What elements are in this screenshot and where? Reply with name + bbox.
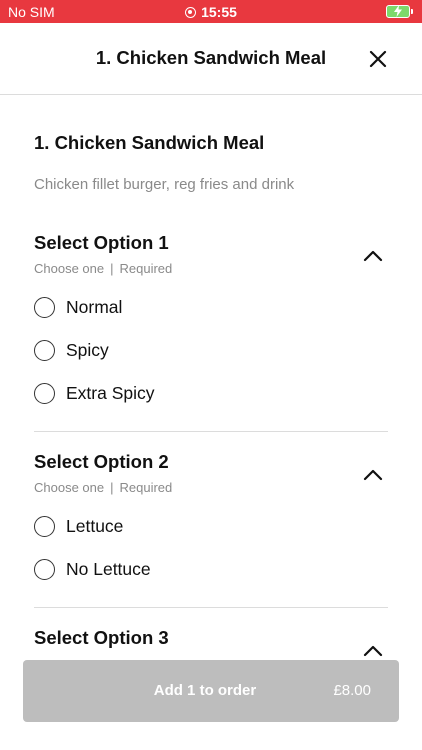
option-label: Normal — [66, 296, 123, 317]
screen-recording-icon — [185, 7, 197, 18]
radio-button[interactable] — [34, 296, 55, 318]
option-label: Spicy — [66, 339, 109, 360]
option-extra-spicy[interactable]: Extra Spicy — [34, 380, 155, 406]
option-spicy[interactable]: Spicy — [34, 337, 109, 363]
option-group-2-title: Select Option 2 — [34, 451, 169, 472]
item-description: Chicken fillet burger, reg fries and dri… — [34, 176, 295, 193]
option-group-2-toggle[interactable] — [362, 468, 384, 482]
radio-button[interactable] — [34, 558, 55, 580]
divider — [34, 431, 388, 432]
option-label: Extra Spicy — [66, 382, 155, 403]
option-normal[interactable]: Normal — [34, 294, 122, 320]
add-to-order-label: Add 1 to order — [153, 682, 257, 699]
status-bar: No SIM 15:55 — [0, 0, 422, 23]
option-label: Lettuce — [66, 515, 124, 536]
add-to-order-button[interactable]: Add 1 to order £8.00 — [23, 660, 399, 722]
order-price: £8.00 — [333, 682, 371, 699]
header-title: 1. Chicken Sandwich Meal — [95, 47, 327, 68]
option-no-lettuce[interactable]: No Lettuce — [34, 556, 151, 582]
option-label: No Lettuce — [66, 558, 151, 579]
radio-button[interactable] — [34, 515, 55, 537]
battery-charging-icon — [386, 5, 413, 18]
option-group-3-title: Select Option 3 — [34, 627, 169, 648]
option-group-2-subtitle: Choose one | Required — [34, 480, 172, 495]
item-details: 1. Chicken Sandwich Meal Chicken fillet … — [0, 96, 422, 750]
modal-header: 1. Chicken Sandwich Meal — [0, 23, 422, 95]
divider — [34, 607, 388, 608]
radio-button[interactable] — [34, 339, 55, 361]
item-title: 1. Chicken Sandwich Meal — [34, 132, 265, 153]
required-label: Required — [119, 480, 173, 495]
option-group-1-subtitle: Choose one | Required — [34, 261, 172, 276]
time-label: 15:55 — [201, 4, 237, 20]
separator: | — [110, 480, 114, 495]
choose-one-label: Choose one — [34, 261, 105, 276]
option-group-1-title: Select Option 1 — [34, 232, 169, 253]
chevron-up-icon — [363, 645, 383, 657]
close-button[interactable] — [368, 49, 388, 69]
option-group-3-toggle[interactable] — [362, 644, 384, 658]
chevron-up-icon — [363, 250, 383, 262]
radio-button[interactable] — [34, 382, 55, 404]
choose-one-label: Choose one — [34, 480, 105, 495]
clock: 15:55 — [0, 4, 422, 20]
option-lettuce[interactable]: Lettuce — [34, 513, 123, 539]
chevron-up-icon — [363, 469, 383, 481]
required-label: Required — [119, 261, 173, 276]
close-icon — [369, 50, 387, 68]
option-group-1-toggle[interactable] — [362, 249, 384, 263]
separator: | — [110, 261, 114, 276]
